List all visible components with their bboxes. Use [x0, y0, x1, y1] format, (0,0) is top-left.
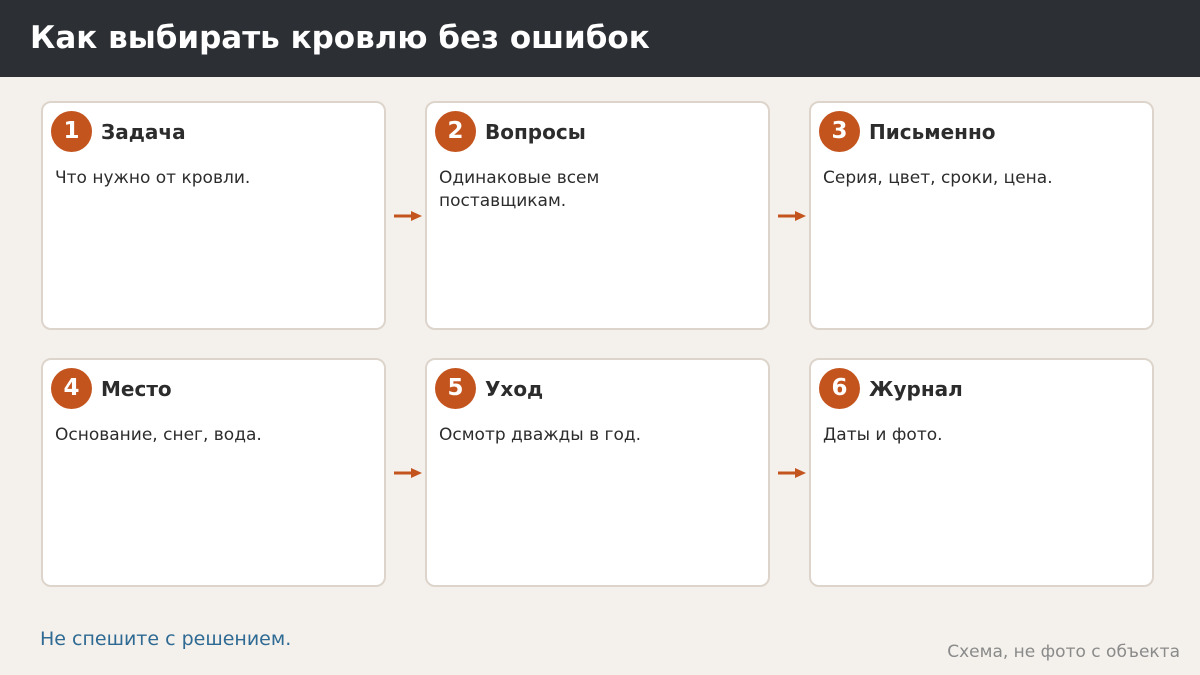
arrow-right-icon — [394, 211, 422, 221]
step-description: Даты и фото. — [823, 425, 943, 445]
step-description: Серия, цвет, сроки, цена. — [823, 168, 1053, 188]
step-title: Задача — [101, 120, 186, 144]
image-caption: Схема, не фото с объекта — [947, 642, 1180, 662]
step-card-4: 4 Место Основание, снег, вода. — [41, 358, 386, 587]
step-title: Уход — [485, 377, 544, 401]
step-card-6: 6 Журнал Даты и фото. — [809, 358, 1154, 587]
step-description: Что нужно от кровли. — [55, 168, 251, 188]
step-description: Одинаковые всем поставщикам. — [439, 168, 600, 211]
step-title: Журнал — [869, 377, 963, 401]
arrow-right-icon — [778, 468, 806, 478]
step-number-badge: 6 — [819, 368, 860, 409]
step-number-badge: 2 — [435, 111, 476, 152]
step-number-badge: 5 — [435, 368, 476, 409]
arrow-right-icon — [394, 468, 422, 478]
header-bar: Как выбирать кровлю без ошибок — [0, 0, 1200, 77]
step-number-badge: 3 — [819, 111, 860, 152]
step-card-3: 3 Письменно Серия, цвет, сроки, цена. — [809, 101, 1154, 330]
page-title: Как выбирать кровлю без ошибок — [30, 20, 650, 56]
step-title: Место — [101, 377, 172, 401]
step-title: Вопросы — [485, 120, 586, 144]
step-description: Осмотр дважды в год. — [439, 425, 642, 445]
footer-note: Не спешите с решением. — [40, 628, 292, 650]
arrow-right-icon — [778, 211, 806, 221]
step-card-2: 2 Вопросы Одинаковые всем поставщикам. — [425, 101, 770, 330]
step-card-5: 5 Уход Осмотр дважды в год. — [425, 358, 770, 587]
step-number-badge: 4 — [51, 368, 92, 409]
step-number-badge: 1 — [51, 111, 92, 152]
step-title: Письменно — [869, 120, 996, 144]
step-description: Основание, снег, вода. — [55, 425, 262, 445]
step-card-1: 1 Задача Что нужно от кровли. — [41, 101, 386, 330]
